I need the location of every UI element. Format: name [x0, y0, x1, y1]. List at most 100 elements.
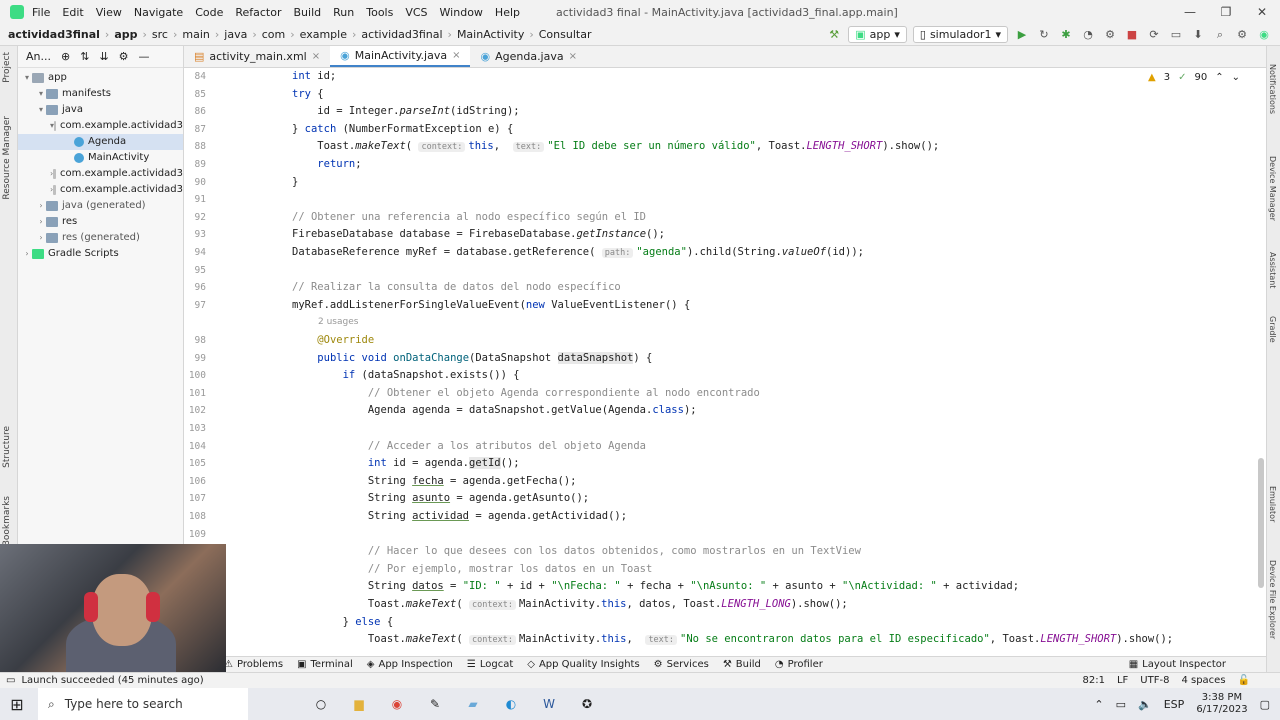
menu-build[interactable]: Build: [294, 6, 322, 19]
clock[interactable]: 3:38 PM 6/17/2023: [1196, 692, 1247, 716]
tab-activity-main-xml[interactable]: ▤ activity_main.xml ×: [184, 46, 330, 67]
toolwindow-profiler[interactable]: ◔ Profiler: [775, 659, 823, 670]
editor-scrollbar[interactable]: [1258, 458, 1264, 588]
code-editor[interactable]: ▲ 3 ✓ 90 ⌃ ⌄ 84 85 86 87 88 89 90 91 92 93 94 95 96 97 9…: [184, 68, 1266, 656]
chrome-icon[interactable]: ◉: [388, 695, 406, 713]
collapse-all-icon[interactable]: ⇊: [99, 50, 108, 63]
breadcrumb-item[interactable]: com: [262, 28, 286, 41]
close-icon[interactable]: ×: [312, 51, 320, 62]
minimize-icon[interactable]: —: [1172, 0, 1208, 24]
tab-agenda-java[interactable]: ◉ Agenda.java ×: [470, 46, 587, 67]
menu-navigate[interactable]: Navigate: [134, 6, 183, 19]
sync-icon[interactable]: ⟳: [1146, 27, 1162, 43]
breadcrumb-item[interactable]: example: [300, 28, 347, 41]
menu-vcs[interactable]: VCS: [405, 6, 427, 19]
file-explorer-icon[interactable]: ▆: [350, 695, 368, 713]
toolwindow-layout-inspector[interactable]: ▦ Layout Inspector: [1129, 659, 1226, 670]
chevron-icon[interactable]: ›: [36, 230, 46, 246]
menu-tools[interactable]: Tools: [366, 6, 393, 19]
chevron-icon[interactable]: ▾: [36, 102, 46, 118]
tab-project[interactable]: Project: [2, 52, 12, 83]
hide-icon[interactable]: —: [139, 50, 150, 63]
menu-run[interactable]: Run: [333, 6, 354, 19]
chevron-icon[interactable]: ›: [22, 246, 32, 262]
breadcrumb-item[interactable]: actividad3final: [8, 28, 100, 41]
tree-item[interactable]: MainActivity: [18, 150, 183, 166]
tab-notifications[interactable]: Notifications: [1268, 64, 1277, 114]
indent-setting[interactable]: 4 spaces: [1181, 675, 1225, 686]
tree-item[interactable]: Agenda: [18, 134, 183, 150]
windows-start-icon[interactable]: ⊞: [0, 695, 34, 714]
breadcrumb-item[interactable]: main: [182, 28, 209, 41]
profile-icon[interactable]: ◔: [1080, 27, 1096, 43]
word-icon[interactable]: W: [540, 695, 558, 713]
notifications-icon[interactable]: ▢: [1260, 698, 1270, 711]
toolwindow-logcat[interactable]: ☰ Logcat: [467, 659, 513, 670]
tab-emulator[interactable]: Emulator: [1268, 486, 1277, 522]
android-icon[interactable]: ◉: [1256, 27, 1272, 43]
breadcrumb-item[interactable]: Consultar: [539, 28, 592, 41]
breadcrumb-item[interactable]: actividad3final: [361, 28, 442, 41]
sdk-manager-icon[interactable]: ⬇: [1190, 27, 1206, 43]
breadcrumb-item[interactable]: app: [114, 28, 137, 41]
cortana-icon[interactable]: ○: [312, 695, 330, 713]
expand-all-icon[interactable]: ⇅: [80, 50, 89, 63]
gear-icon[interactable]: ⚙: [119, 50, 129, 63]
menu-refactor[interactable]: Refactor: [235, 6, 281, 19]
search-icon[interactable]: ⌕: [1212, 27, 1228, 43]
rerun-icon[interactable]: ↻: [1036, 27, 1052, 43]
menu-file[interactable]: File: [32, 6, 50, 19]
tree-item[interactable]: › java (generated): [18, 198, 183, 214]
tab-bookmarks[interactable]: Bookmarks: [2, 496, 12, 546]
run-config-select[interactable]: ▣ app ▾: [848, 26, 907, 43]
file-encoding[interactable]: UTF-8: [1140, 675, 1169, 686]
toolwindow-app-quality-insights[interactable]: ◇ App Quality Insights: [527, 659, 639, 670]
volume-icon[interactable]: 🔈: [1138, 698, 1152, 711]
tree-item[interactable]: › Gradle Scripts: [18, 246, 183, 262]
toolwindow-problems[interactable]: ⚠ Problems: [224, 659, 283, 670]
device-select[interactable]: ▯ simulador1 ▾: [912, 26, 1008, 43]
chevron-icon[interactable]: ▾: [22, 70, 32, 86]
tree-item[interactable]: ▾ app: [18, 70, 183, 86]
close-icon[interactable]: ×: [569, 51, 577, 62]
notepad-icon[interactable]: ▰: [464, 695, 482, 713]
tree-item[interactable]: › res (generated): [18, 230, 183, 246]
close-icon[interactable]: ✕: [1244, 0, 1280, 24]
tab-structure[interactable]: Structure: [2, 426, 12, 468]
toolwindow-build[interactable]: ⚒ Build: [723, 659, 761, 670]
tray-chevron-icon[interactable]: ⌃: [1094, 698, 1103, 711]
hammer-icon[interactable]: ⚒: [826, 27, 842, 43]
tree-item[interactable]: ▾ java: [18, 102, 183, 118]
line-separator[interactable]: LF: [1117, 675, 1128, 686]
toolwindow-app-inspection[interactable]: ◈ App Inspection: [367, 659, 453, 670]
menu-help[interactable]: Help: [495, 6, 520, 19]
menu-window[interactable]: Window: [440, 6, 483, 19]
tab-resource-manager[interactable]: Resource Manager: [2, 116, 12, 200]
tab-gradle[interactable]: Gradle: [1268, 316, 1277, 343]
breadcrumb-item[interactable]: src: [152, 28, 168, 41]
toolwindow-terminal[interactable]: ▣ Terminal: [297, 659, 353, 670]
tree-item[interactable]: ▾ com.example.actividad3: [18, 118, 183, 134]
close-icon[interactable]: ×: [452, 50, 460, 61]
debug-icon[interactable]: ✱: [1058, 27, 1074, 43]
input-language[interactable]: ESP: [1164, 698, 1185, 711]
stop-icon[interactable]: ■: [1124, 27, 1140, 43]
attach-debugger-icon[interactable]: ⚙: [1102, 27, 1118, 43]
locate-icon[interactable]: ⊕: [61, 50, 70, 63]
tree-item[interactable]: ▾ manifests: [18, 86, 183, 102]
chevron-icon[interactable]: ›: [36, 198, 46, 214]
settings-icon[interactable]: ⚙: [1234, 27, 1250, 43]
tab-device-manager[interactable]: Device Manager: [1268, 156, 1277, 221]
menu-code[interactable]: Code: [195, 6, 223, 19]
lock-icon[interactable]: 🔓: [1238, 675, 1250, 686]
status-message[interactable]: Launch succeeded (45 minutes ago): [21, 675, 203, 686]
device-manager-icon[interactable]: ▭: [1168, 27, 1184, 43]
taskbar-search[interactable]: ⌕ Type here to search: [38, 688, 248, 720]
tab-assistant[interactable]: Assistant: [1268, 252, 1277, 288]
tab-device-file-explorer[interactable]: Device File Explorer: [1268, 560, 1277, 639]
toolwindow-services[interactable]: ⚙ Services: [654, 659, 709, 670]
app-icon[interactable]: ✎: [426, 695, 444, 713]
tree-item[interactable]: › res: [18, 214, 183, 230]
menu-edit[interactable]: Edit: [62, 6, 83, 19]
maximize-icon[interactable]: ❐: [1208, 0, 1244, 24]
